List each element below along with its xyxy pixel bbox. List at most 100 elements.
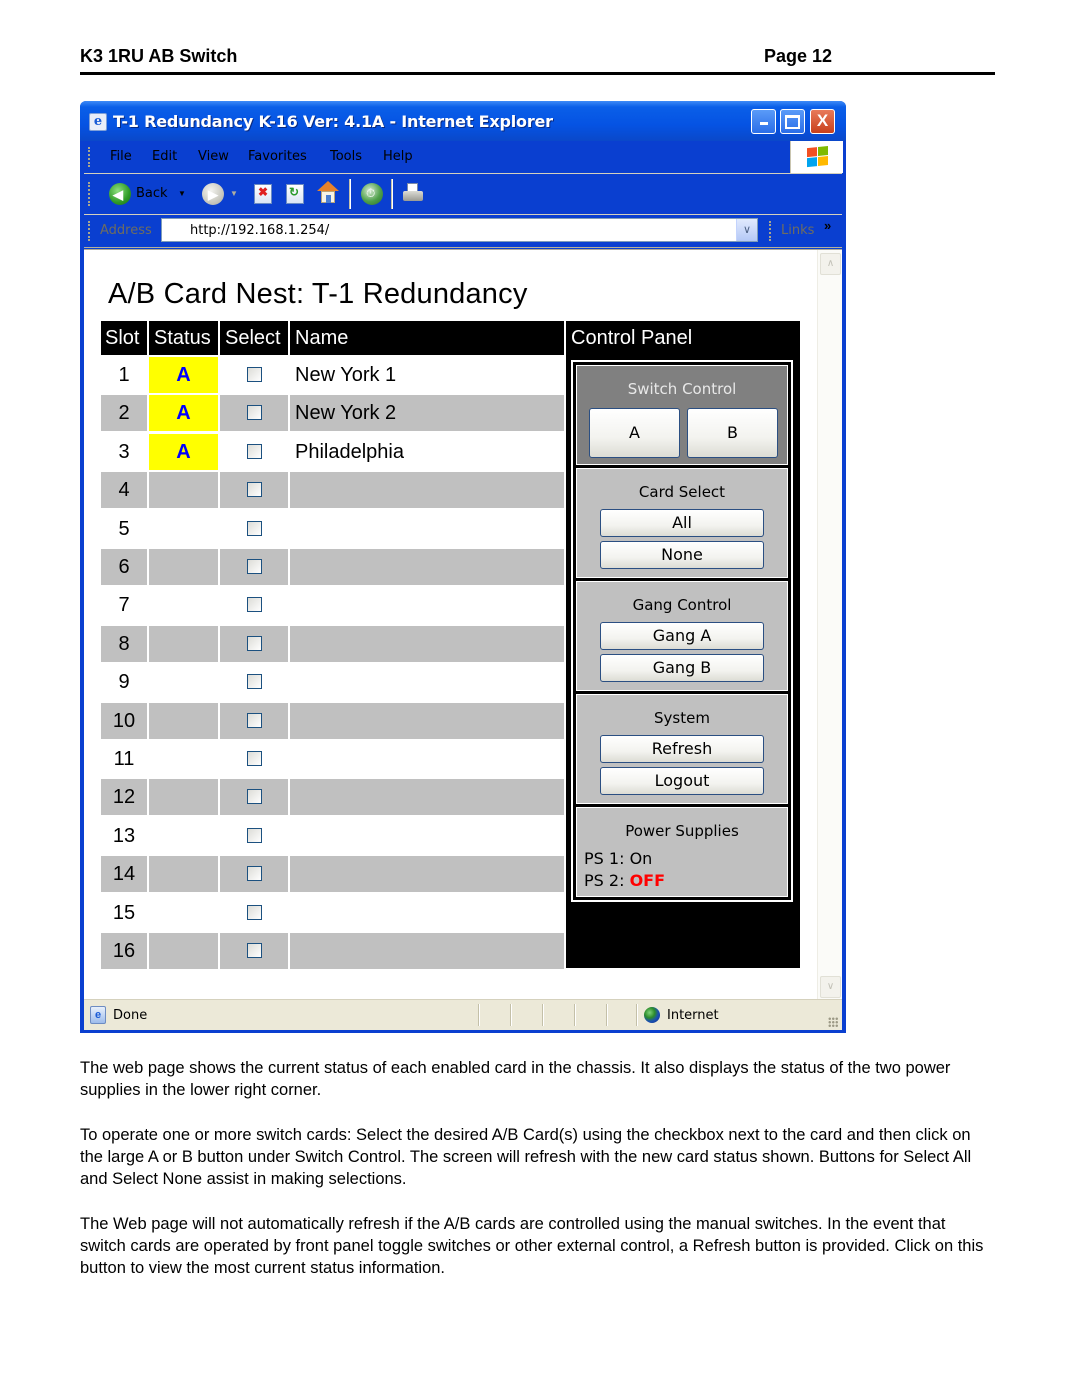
toolbar-grip-handle[interactable] — [88, 182, 93, 206]
select-checkbox[interactable] — [247, 904, 262, 920]
select-all-button[interactable]: All — [600, 509, 764, 537]
page-number: Page 12 — [764, 46, 833, 66]
select-checkbox[interactable] — [247, 367, 262, 382]
column-header-name: Name — [290, 321, 564, 355]
slot-number: 12 — [101, 779, 147, 816]
menu-tools[interactable]: Tools — [330, 149, 362, 164]
system-section: System Refresh Logout — [576, 694, 788, 804]
status-badge — [149, 549, 218, 585]
status-badge — [149, 587, 218, 623]
toolbar-separator — [391, 179, 393, 209]
back-dropdown-icon[interactable]: ▼ — [178, 189, 186, 198]
menu-grip-handle[interactable] — [88, 147, 93, 167]
menu-help[interactable]: Help — [383, 149, 413, 164]
address-input[interactable]: http://192.168.1.254/ ∨ — [161, 218, 758, 242]
card-name — [290, 818, 564, 854]
select-cell — [220, 933, 288, 969]
table-row: 10 — [101, 702, 564, 739]
minimize-button[interactable] — [751, 109, 776, 134]
select-cell — [220, 511, 288, 547]
menu-file[interactable]: File — [110, 149, 132, 164]
address-bar: Address http://192.168.1.254/ ∨ Links » — [84, 215, 842, 248]
back-button[interactable]: ◀ Back ▼ — [106, 174, 196, 214]
select-cell — [220, 625, 288, 662]
slot-number: 1 — [118, 364, 130, 386]
select-checkbox[interactable] — [247, 751, 262, 766]
select-cell — [220, 895, 288, 931]
menu-edit[interactable]: Edit — [152, 149, 177, 164]
switch-b-button[interactable]: B — [687, 408, 778, 458]
address-value[interactable]: http://192.168.1.254/ — [190, 223, 329, 238]
select-checkbox[interactable] — [247, 712, 262, 728]
table-row: 4 — [101, 472, 564, 509]
table-row: 1 A New York 1 — [101, 357, 564, 393]
status-pane-divider — [574, 1004, 576, 1026]
gang-b-button[interactable]: Gang B — [600, 654, 764, 682]
status-badge: A — [149, 357, 218, 393]
select-checkbox[interactable] — [247, 597, 262, 613]
close-button[interactable]: X — [810, 109, 835, 134]
scroll-up-icon[interactable]: ∧ — [820, 253, 841, 275]
status-pane-divider — [478, 1004, 480, 1026]
switch-a-button[interactable]: A — [589, 408, 680, 458]
paragraph-status-overview: The web page shows the current status of… — [80, 1059, 951, 1099]
forward-icon[interactable]: ▶ — [202, 183, 224, 205]
status-badge — [149, 895, 218, 931]
menu-bar: File Edit View Favorites Tools Help — [84, 141, 843, 174]
select-cell — [220, 357, 288, 393]
scroll-down-icon[interactable]: ∨ — [820, 976, 841, 998]
card-select-section: Card Select All None — [576, 468, 788, 578]
document-title: K3 1RU AB Switch — [80, 46, 238, 66]
status-badge — [149, 472, 218, 509]
select-checkbox[interactable] — [247, 827, 262, 843]
slot-number: 2 — [101, 395, 147, 432]
menu-favorites[interactable]: Favorites — [248, 149, 307, 164]
select-checkbox[interactable] — [247, 405, 262, 421]
minimize-icon — [759, 122, 768, 125]
card-name: New York 1 — [295, 364, 397, 386]
links-chevron-icon[interactable]: » — [824, 218, 831, 233]
status-pane-divider — [636, 1004, 638, 1026]
column-header-slot: Slot — [101, 321, 147, 355]
table-row: 8 — [101, 625, 564, 662]
select-checkbox[interactable] — [247, 443, 262, 459]
table-row: 9 — [101, 664, 564, 700]
select-checkbox[interactable] — [247, 674, 262, 690]
status-badge — [149, 741, 218, 777]
media-icon[interactable]: ⏱ — [361, 183, 383, 205]
links-button[interactable]: Links — [781, 223, 814, 238]
print-icon[interactable] — [402, 183, 424, 205]
status-text: Done — [113, 1008, 148, 1023]
title-bar[interactable]: e T-1 Redundancy K-16 Ver: 4.1A - Intern… — [80, 101, 846, 141]
ps1-value: On — [629, 849, 653, 868]
refresh-button[interactable]: Refresh — [600, 735, 764, 763]
resize-grip[interactable] — [828, 1017, 838, 1027]
select-checkbox[interactable] — [247, 635, 262, 651]
stop-icon[interactable]: ✖ — [254, 184, 272, 204]
forward-dropdown-icon[interactable]: ▼ — [230, 189, 238, 198]
select-cell — [220, 779, 288, 816]
logout-button[interactable]: Logout — [600, 767, 764, 795]
links-grip-handle[interactable] — [769, 221, 774, 241]
back-icon: ◀ — [109, 183, 131, 205]
windows-flag-icon — [807, 145, 829, 168]
select-checkbox[interactable] — [247, 866, 262, 882]
address-dropdown-icon[interactable]: ∨ — [736, 219, 757, 241]
internet-zone-icon — [644, 1007, 660, 1023]
vertical-scrollbar[interactable]: ∧ ∨ — [817, 250, 842, 1000]
select-checkbox[interactable] — [247, 943, 262, 958]
home-icon[interactable] — [317, 181, 339, 205]
page-viewport: A/B Card Nest: T-1 Redundancy Slot Statu… — [84, 249, 842, 1000]
maximize-button[interactable] — [780, 109, 805, 134]
select-none-button[interactable]: None — [600, 541, 764, 569]
card-name: Philadelphia — [295, 440, 404, 463]
address-grip-handle[interactable] — [88, 221, 93, 241]
select-checkbox[interactable] — [247, 789, 262, 805]
select-checkbox[interactable] — [247, 520, 262, 536]
gang-a-button[interactable]: Gang A — [600, 622, 764, 650]
menu-view[interactable]: View — [198, 149, 229, 164]
refresh-icon[interactable]: ↻ — [286, 184, 304, 204]
select-checkbox[interactable] — [247, 559, 262, 574]
slot-number: 10 — [101, 702, 147, 739]
select-checkbox[interactable] — [247, 482, 262, 498]
